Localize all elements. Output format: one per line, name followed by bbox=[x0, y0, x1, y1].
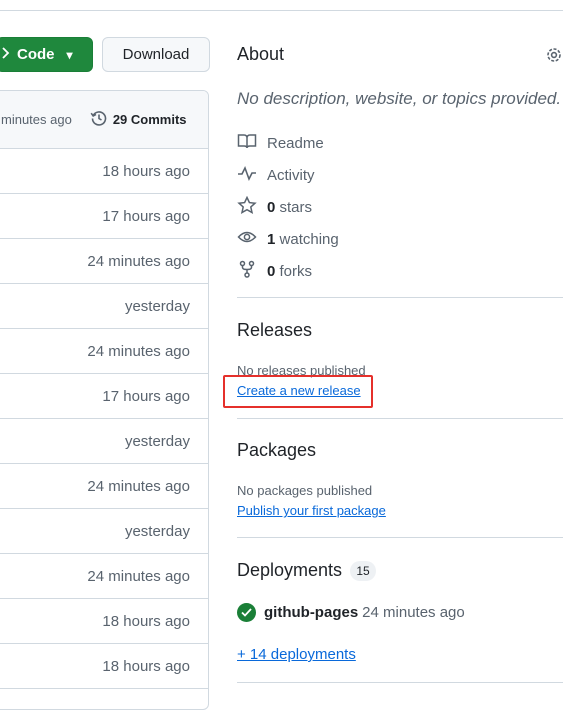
latest-commit-time: minutes ago bbox=[1, 112, 72, 127]
publish-package-link[interactable]: Publish your first package bbox=[237, 503, 386, 518]
latest-commit-bar: minutes ago 29 Commits bbox=[0, 91, 208, 149]
watching-label: watching bbox=[279, 230, 339, 248]
deployments-counter: 15 bbox=[350, 560, 377, 581]
deployments-heading[interactable]: Deployments 15 bbox=[237, 560, 377, 581]
check-circle-icon bbox=[237, 603, 256, 622]
download-button[interactable]: Download bbox=[102, 37, 210, 72]
readme-link[interactable]: Readme bbox=[237, 132, 324, 154]
table-row[interactable]: yesterday bbox=[0, 419, 208, 464]
table-row[interactable]: 17 hours ago bbox=[0, 374, 208, 419]
section-divider bbox=[237, 682, 563, 683]
table-row[interactable]: yesterday bbox=[0, 509, 208, 554]
top-divider bbox=[0, 10, 563, 11]
more-deployments-link[interactable]: + 14 deployments bbox=[237, 646, 356, 663]
activity-link[interactable]: Activity bbox=[237, 164, 315, 186]
highlight-box bbox=[223, 375, 373, 408]
stars-label: stars bbox=[279, 198, 313, 216]
packages-empty-text: No packages published bbox=[237, 483, 373, 498]
row-time: 24 minutes ago bbox=[87, 567, 190, 585]
releases-heading[interactable]: Releases bbox=[237, 320, 312, 341]
row-time: 17 hours ago bbox=[102, 207, 190, 225]
row-time: 24 minutes ago bbox=[87, 342, 190, 360]
row-time: yesterday bbox=[124, 297, 190, 315]
fork-icon bbox=[237, 260, 257, 282]
activity-label: Activity bbox=[267, 166, 315, 184]
pulse-icon bbox=[237, 164, 257, 186]
deployment-time: 24 minutes ago bbox=[362, 604, 465, 621]
deployment-item[interactable]: github-pages 24 minutes ago bbox=[237, 603, 465, 622]
row-time: yesterday bbox=[124, 522, 190, 540]
file-list: minutes ago 29 Commits 18 hours ago 17 h… bbox=[0, 90, 209, 710]
table-row[interactable]: 24 minutes ago bbox=[0, 464, 208, 509]
deployment-name[interactable]: github-pages bbox=[264, 604, 358, 621]
stars-link[interactable]: 0 stars bbox=[237, 195, 313, 218]
gear-icon[interactable] bbox=[544, 45, 564, 70]
star-icon bbox=[237, 195, 257, 218]
table-row[interactable]: yesterday bbox=[0, 284, 208, 329]
section-divider bbox=[237, 297, 563, 298]
forks-count: 0 bbox=[267, 262, 276, 280]
row-time: 17 hours ago bbox=[102, 387, 190, 405]
readme-label: Readme bbox=[267, 134, 324, 152]
table-row[interactable]: 18 hours ago bbox=[0, 599, 208, 644]
about-heading: About bbox=[237, 44, 285, 64]
deployments-title: Deployments bbox=[237, 560, 343, 580]
table-row[interactable]: 24 minutes ago bbox=[0, 554, 208, 599]
table-row[interactable]: 24 minutes ago bbox=[0, 329, 208, 374]
code-button-label: Code bbox=[17, 46, 55, 63]
caret-down-icon: ▾ bbox=[66, 47, 73, 62]
watchers-link[interactable]: 1 watching bbox=[237, 228, 339, 250]
section-divider bbox=[237, 418, 563, 419]
row-time: 24 minutes ago bbox=[87, 477, 190, 495]
history-icon bbox=[90, 109, 108, 130]
row-time: 18 hours ago bbox=[102, 657, 190, 675]
row-time: yesterday bbox=[124, 432, 190, 450]
section-divider bbox=[237, 537, 563, 538]
commits-link[interactable]: 29 Commits bbox=[90, 109, 187, 130]
commits-count: 29 Commits bbox=[112, 112, 187, 127]
code-button[interactable]: Code ▾ bbox=[0, 37, 93, 72]
table-row[interactable]: 18 hours ago bbox=[0, 644, 208, 689]
table-row[interactable]: 18 hours ago bbox=[0, 149, 208, 194]
forks-label: forks bbox=[279, 262, 313, 280]
table-row[interactable]: 24 minutes ago bbox=[0, 239, 208, 284]
about-description: No description, website, or topics provi… bbox=[237, 89, 562, 108]
row-time: 24 minutes ago bbox=[87, 252, 190, 270]
row-time: 18 hours ago bbox=[102, 162, 190, 180]
packages-heading[interactable]: Packages bbox=[237, 440, 316, 461]
eye-icon bbox=[237, 228, 257, 250]
book-icon bbox=[237, 132, 257, 154]
stars-count: 0 bbox=[267, 198, 276, 216]
code-icon bbox=[1, 46, 11, 63]
row-time: 18 hours ago bbox=[102, 612, 190, 630]
watching-count: 1 bbox=[267, 230, 276, 248]
table-row[interactable]: 17 hours ago bbox=[0, 194, 208, 239]
forks-link[interactable]: 0 forks bbox=[237, 260, 312, 282]
